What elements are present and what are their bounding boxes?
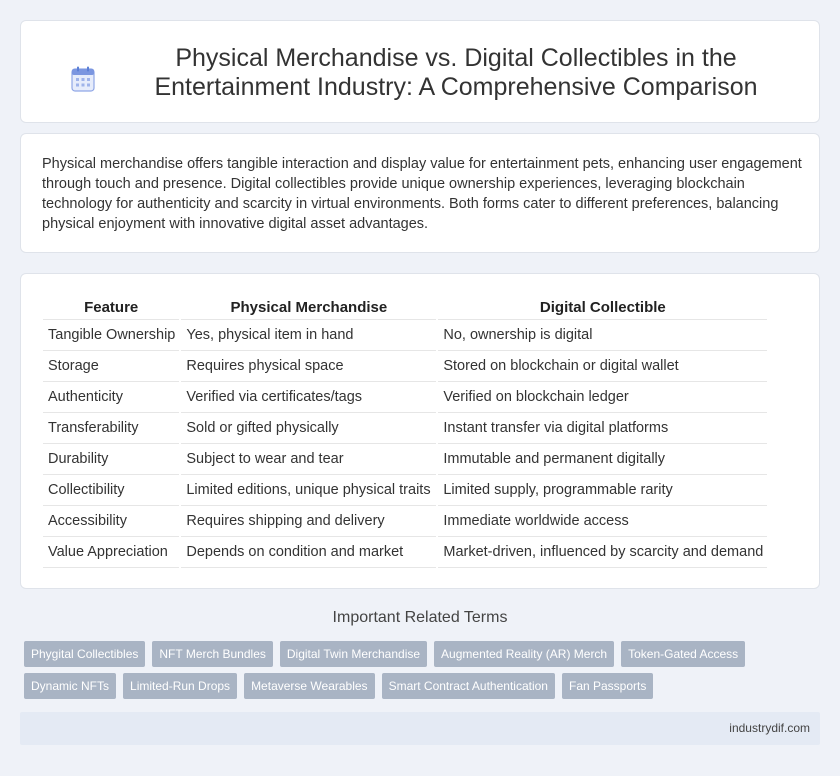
digital-cell: Limited supply, programmable rarity <box>438 475 768 506</box>
header-physical: Physical Merchandise <box>181 296 437 320</box>
digital-cell: Instant transfer via digital platforms <box>438 413 768 444</box>
digital-cell: Verified on blockchain ledger <box>438 382 768 413</box>
physical-cell: Requires physical space <box>181 351 437 382</box>
tag-phygital-collectibles[interactable]: Phygital Collectibles <box>24 641 146 667</box>
physical-cell: Requires shipping and delivery <box>181 506 437 537</box>
comparison-card: Feature Physical Merchandise Digital Col… <box>20 273 820 589</box>
physical-cell: Verified via certificates/tags <box>181 382 437 413</box>
tag-limited-run-drops[interactable]: Limited-Run Drops <box>123 673 238 699</box>
tag-dynamic-nfts[interactable]: Dynamic NFTs <box>24 673 117 699</box>
description-card: Physical merchandise offers tangible int… <box>20 133 820 253</box>
tag-ar-merch[interactable]: Augmented Reality (AR) Merch <box>434 641 615 667</box>
table-row: Tangible Ownership Yes, physical item in… <box>43 320 768 351</box>
header-digital: Digital Collectible <box>438 296 768 320</box>
description-text: Physical merchandise offers tangible int… <box>42 156 802 232</box>
feature-cell: Collectibility <box>43 475 180 506</box>
feature-cell: Transferability <box>43 413 180 444</box>
tag-metaverse-wearables[interactable]: Metaverse Wearables <box>244 673 375 699</box>
title-card: Physical Merchandise vs. Digital Collect… <box>20 20 820 123</box>
tag-row: Phygital Collectibles NFT Merch Bundles … <box>24 641 804 667</box>
tag-row: Dynamic NFTs Limited-Run Drops Metaverse… <box>24 673 804 699</box>
digital-cell: Market-driven, influenced by scarcity an… <box>438 537 768 568</box>
tag-fan-passports[interactable]: Fan Passports <box>561 673 654 699</box>
tag-digital-twin-merchandise[interactable]: Digital Twin Merchandise <box>279 641 428 667</box>
digital-cell: Immutable and permanent digitally <box>438 444 768 475</box>
digital-cell: Immediate worldwide access <box>438 506 768 537</box>
footer-site-link[interactable]: industrydif.com <box>729 721 810 735</box>
table-row: Authenticity Verified via certificates/t… <box>43 382 768 413</box>
table-row: Value Appreciation Depends on condition … <box>43 537 768 568</box>
physical-cell: Yes, physical item in hand <box>181 320 437 351</box>
physical-cell: Sold or gifted physically <box>181 413 437 444</box>
digital-cell: No, ownership is digital <box>438 320 768 351</box>
tag-smart-contract-authentication[interactable]: Smart Contract Authentication <box>381 673 555 699</box>
table-row: Storage Requires physical space Stored o… <box>43 351 768 382</box>
feature-cell: Durability <box>43 444 180 475</box>
footer-bar: industrydif.com <box>20 712 820 745</box>
tag-token-gated-access[interactable]: Token-Gated Access <box>621 641 746 667</box>
feature-cell: Storage <box>43 351 180 382</box>
table-row: Durability Subject to wear and tear Immu… <box>43 444 768 475</box>
table-row: Accessibility Requires shipping and deli… <box>43 506 768 537</box>
header-feature: Feature <box>43 296 180 320</box>
digital-cell: Stored on blockchain or digital wallet <box>438 351 768 382</box>
physical-cell: Limited editions, unique physical traits <box>181 475 437 506</box>
table-row: Transferability Sold or gifted physicall… <box>43 413 768 444</box>
table-header-row: Feature Physical Merchandise Digital Col… <box>43 296 768 320</box>
feature-cell: Value Appreciation <box>43 537 180 568</box>
feature-cell: Accessibility <box>43 506 180 537</box>
tag-nft-merch-bundles[interactable]: NFT Merch Bundles <box>152 641 273 667</box>
calendar-icon <box>71 66 95 92</box>
page-title: Physical Merchandise vs. Digital Collect… <box>154 44 758 101</box>
related-terms-heading: Important Related Terms <box>332 609 508 626</box>
related-terms-list: Phygital Collectibles NFT Merch Bundles … <box>24 641 804 705</box>
physical-cell: Depends on condition and market <box>181 537 437 568</box>
physical-cell: Subject to wear and tear <box>181 444 437 475</box>
table-row: Collectibility Limited editions, unique … <box>43 475 768 506</box>
feature-cell: Tangible Ownership <box>43 320 180 351</box>
comparison-table: Feature Physical Merchandise Digital Col… <box>41 296 769 568</box>
feature-cell: Authenticity <box>43 382 180 413</box>
